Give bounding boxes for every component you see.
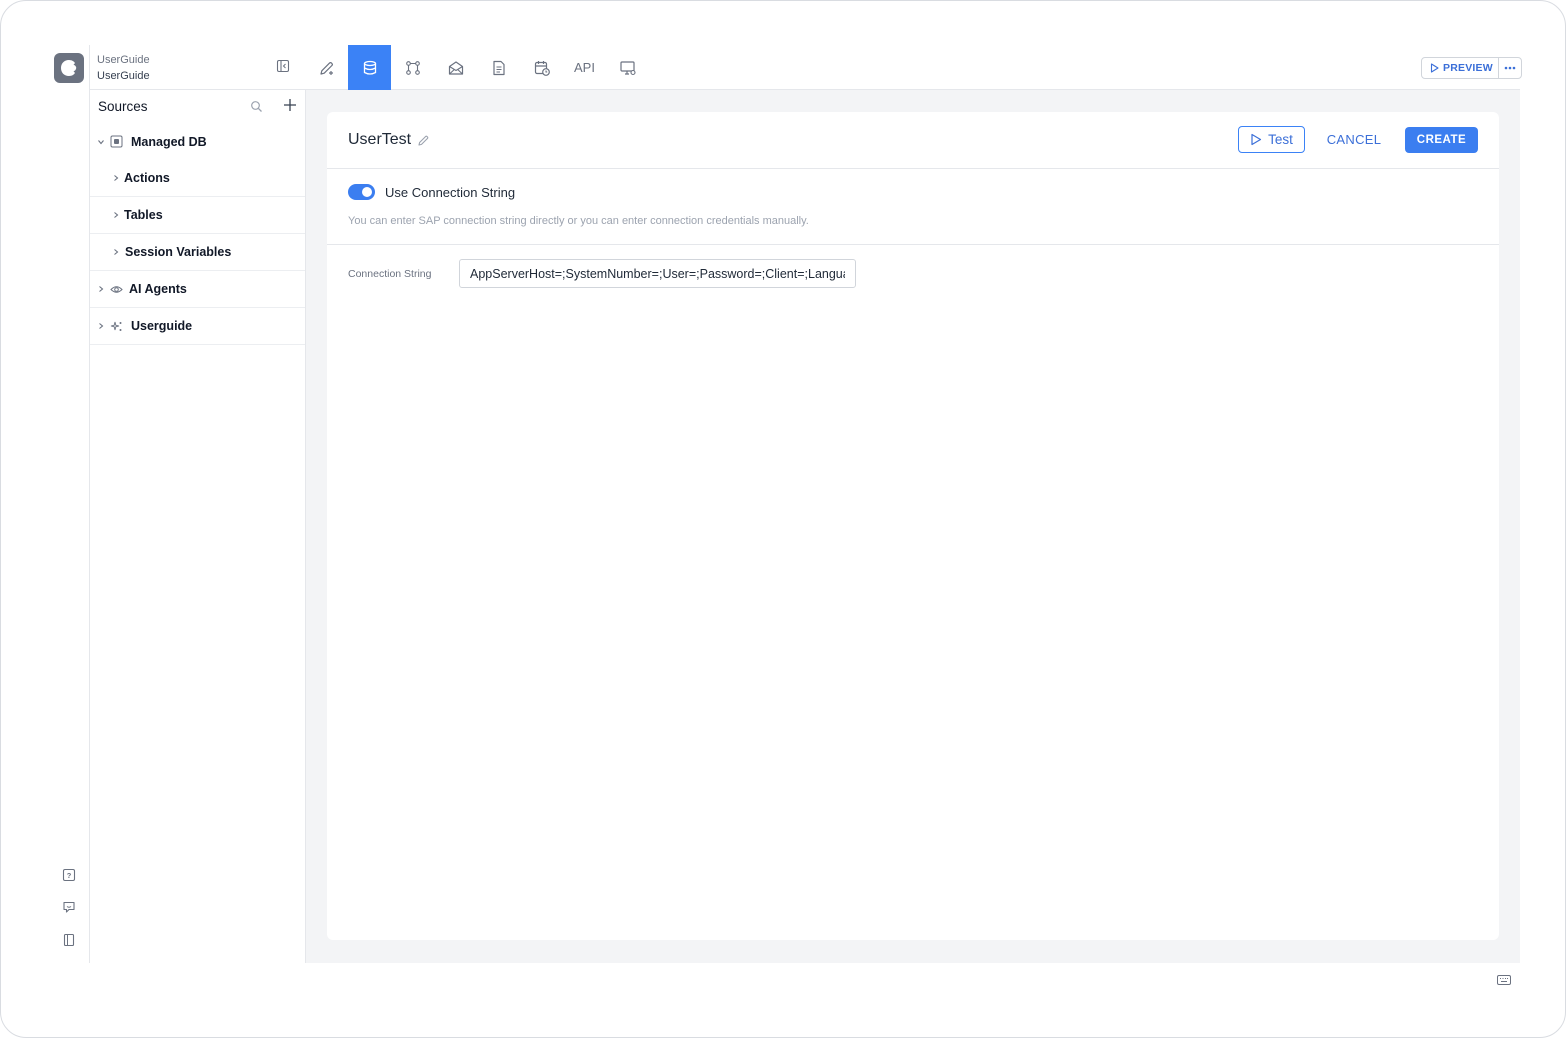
preview-button[interactable]: PREVIEW (1422, 58, 1499, 78)
workspace-name: UserGuide (97, 54, 150, 66)
tree-item-label: Tables (124, 208, 163, 222)
tree-item-label: Actions (124, 171, 170, 185)
datasource-card: UserTest Test CANCEL CREATE Use Connecti… (327, 112, 1499, 940)
add-source-icon[interactable] (282, 97, 298, 118)
datasource-header: UserTest Test CANCEL CREATE (327, 112, 1499, 169)
tree-item-ai-agents[interactable]: AI Agents (90, 271, 305, 308)
tab-editor[interactable] (305, 45, 348, 90)
calendar-clock-icon (534, 60, 550, 76)
app-logo-icon[interactable] (54, 53, 84, 83)
play-icon (1251, 133, 1262, 146)
workflow-nodes-icon (405, 60, 420, 75)
database-box-icon (110, 135, 123, 148)
main-nav-tabs: API (305, 45, 649, 90)
chevron-right-icon (97, 322, 105, 330)
create-button[interactable]: CREATE (1405, 127, 1478, 153)
section-divider (327, 244, 1499, 245)
tree-item-managed-db[interactable]: Managed DB (90, 123, 305, 160)
chevron-down-icon (97, 138, 105, 146)
tab-schedule[interactable] (520, 45, 563, 90)
more-dots-icon (1504, 66, 1516, 70)
search-icon[interactable] (250, 100, 263, 118)
tab-data[interactable] (348, 45, 391, 90)
connection-string-label: Connection String (348, 268, 432, 280)
document-icon (492, 60, 505, 75)
left-rail: ? (48, 45, 90, 963)
database-icon (363, 60, 376, 75)
tree-item-userguide[interactable]: Userguide (90, 308, 305, 345)
toggle-knob (362, 187, 372, 197)
tab-devices[interactable] (606, 45, 649, 90)
toggle-label: Use Connection String (385, 184, 516, 200)
chevron-right-icon (97, 285, 105, 293)
sidebar-header: Sources (90, 90, 305, 123)
svg-text:?: ? (67, 871, 72, 880)
tree-item-label: Userguide (131, 319, 193, 333)
use-connection-string-toggle[interactable] (348, 184, 375, 200)
app-name[interactable]: UserGuide UserGuide (97, 52, 150, 84)
tree-item-label: AI Agents (129, 282, 187, 296)
chevron-right-icon (112, 248, 120, 256)
sidebar-title: Sources (98, 99, 148, 114)
tab-workflow[interactable] (391, 45, 434, 90)
keyboard-shortcuts-icon[interactable] (1497, 972, 1511, 990)
sparkle-icon (110, 320, 123, 333)
tab-email[interactable] (434, 45, 477, 90)
tab-api[interactable]: API (563, 45, 606, 90)
application-name: UserGuide (97, 70, 150, 82)
chevron-right-icon (112, 211, 120, 219)
help-icon[interactable]: ? (48, 868, 90, 882)
play-icon (1430, 63, 1439, 73)
cancel-button[interactable]: CANCEL (1317, 126, 1391, 153)
connection-string-input[interactable] (459, 259, 856, 288)
top-bar: UserGuide UserGuide API PREVIEW (90, 45, 1522, 90)
connection-string-toggle-row: Use Connection String (348, 184, 515, 200)
edit-pen-icon (319, 61, 333, 75)
collapse-sidebar-icon[interactable] (276, 59, 290, 78)
main-content: UserTest Test CANCEL CREATE Use Connecti… (306, 90, 1520, 963)
sources-sidebar: Sources Managed DB Actions Tables Sessio… (90, 90, 306, 963)
monitor-settings-icon (619, 60, 636, 75)
datasource-name[interactable]: UserTest (348, 131, 430, 149)
datasource-name-label: UserTest (348, 131, 412, 148)
tab-documents[interactable] (477, 45, 520, 90)
tree-item-actions[interactable]: Actions (90, 160, 305, 197)
tree-item-label: Session Variables (125, 245, 232, 259)
chat-feedback-icon[interactable] (48, 900, 90, 914)
tree-item-label: Managed DB (131, 134, 207, 149)
envelope-icon (448, 60, 463, 75)
rename-pencil-icon[interactable] (417, 134, 430, 147)
app-shell: ? UserGuide UserGuide API PREVIEW Source… (48, 45, 1522, 985)
app-frame: ? UserGuide UserGuide API PREVIEW Source… (0, 0, 1566, 1038)
preview-label: PREVIEW (1443, 62, 1493, 74)
docs-book-icon[interactable] (48, 933, 90, 947)
more-options-button[interactable] (1499, 58, 1521, 78)
connection-hint-text: You can enter SAP connection string dire… (348, 215, 809, 227)
preview-button-group: PREVIEW (1421, 57, 1522, 79)
tree-item-session-variables[interactable]: Session Variables (90, 234, 305, 271)
test-button-label: Test (1268, 132, 1293, 147)
eye-icon (110, 283, 123, 296)
chevron-right-icon (112, 174, 120, 182)
tree-item-tables[interactable]: Tables (90, 197, 305, 234)
test-connection-button[interactable]: Test (1238, 126, 1305, 153)
